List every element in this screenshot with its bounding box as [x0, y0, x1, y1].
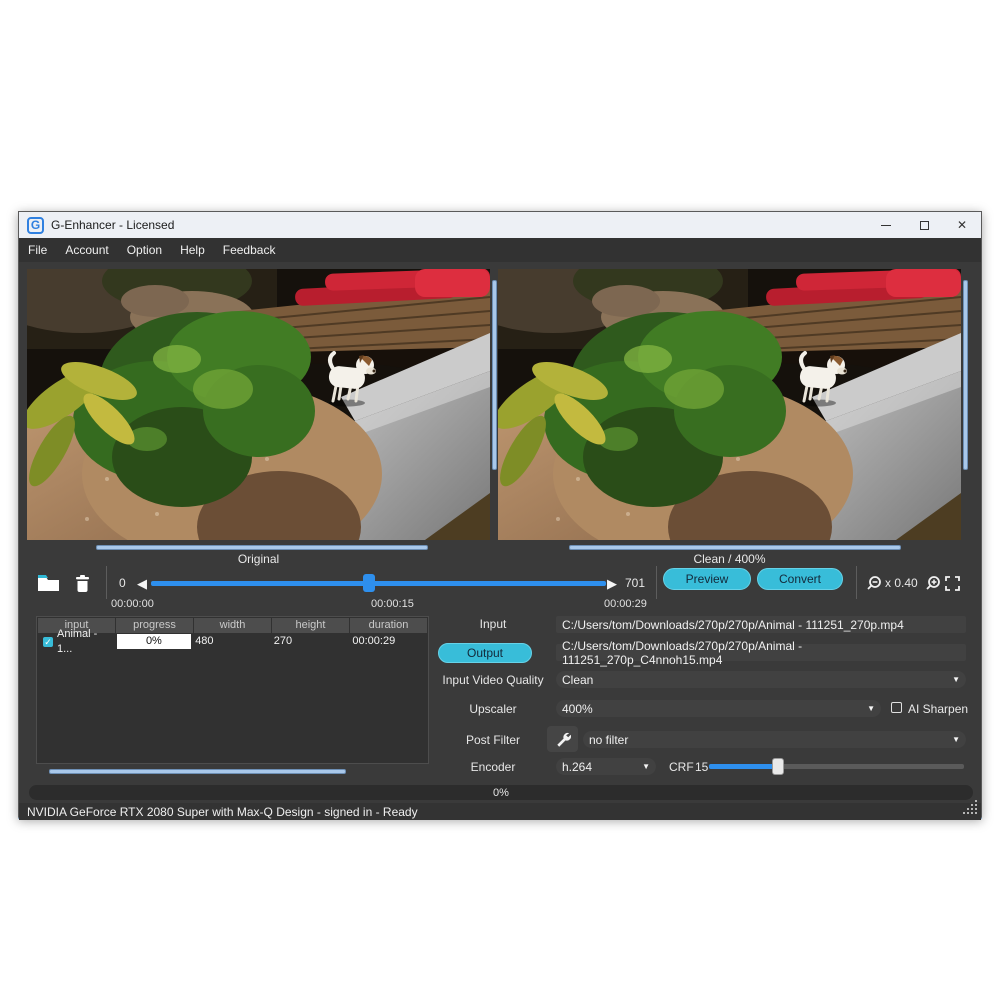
timestamp-start: 00:00:00 [111, 598, 154, 610]
cell-input: ✓ Animal - 1... [38, 634, 116, 649]
close-button[interactable]: ✕ [943, 212, 981, 238]
post-filter-settings-button[interactable] [547, 726, 578, 752]
cell-height: 270 [271, 634, 349, 649]
encoder-dropdown[interactable]: h.264 ▼ [556, 758, 656, 775]
encoder-value: h.264 [562, 760, 592, 774]
original-vertical-scrollbar[interactable] [492, 280, 497, 470]
crf-slider-thumb[interactable] [772, 758, 784, 775]
preview-button[interactable]: Preview [663, 568, 751, 590]
step-forward-icon[interactable]: ▶ [607, 568, 617, 598]
overall-progress-bar: 0% [29, 785, 973, 800]
trash-icon [75, 574, 90, 592]
input-video-quality-dropdown[interactable]: Clean ▼ [556, 671, 966, 688]
maximize-button[interactable] [905, 212, 943, 238]
timeline-slider[interactable] [151, 581, 606, 586]
table-row[interactable]: ✓ Animal - 1... 0% 480 270 00:00:29 [37, 633, 428, 650]
column-header-width[interactable]: width [194, 618, 271, 633]
input-video-quality-label: Input Video Quality [433, 673, 553, 687]
row-input-name: Animal - 1... [57, 627, 116, 657]
input-path-field[interactable]: C:/Users/tom/Downloads/270p/270p/Animal … [556, 616, 966, 633]
crf-slider[interactable] [709, 764, 964, 769]
enhanced-label: Clean / 400% [498, 552, 961, 566]
upscaler-value: 400% [562, 702, 593, 716]
menu-account[interactable]: Account [65, 243, 108, 257]
crf-value: 15 [695, 760, 708, 774]
ai-sharpen-checkbox[interactable] [891, 702, 902, 713]
crf-label: CRF [669, 760, 694, 774]
menu-bar: File Account Option Help Feedback [19, 238, 981, 262]
toolbar-divider [106, 566, 107, 599]
output-button[interactable]: Output [438, 643, 532, 663]
timeline-slider-thumb[interactable] [363, 574, 375, 592]
window-title: G-Enhancer - Licensed [51, 218, 174, 232]
upscaler-label: Upscaler [433, 702, 553, 716]
quality-value: Clean [562, 673, 593, 687]
playback-toolbar: 0 ◀ ▶ 701 Preview Convert x 0.40 [19, 568, 981, 598]
menu-file[interactable]: File [28, 243, 47, 257]
menu-feedback[interactable]: Feedback [223, 243, 276, 257]
title-bar: G G-Enhancer - Licensed ✕ [19, 212, 981, 238]
menu-option[interactable]: Option [127, 243, 162, 257]
timestamp-row: 00:00:00 00:00:15 00:00:29 [19, 598, 981, 612]
encoder-label: Encoder [433, 760, 553, 774]
app-logo-icon: G [27, 217, 44, 234]
cell-duration: 00:00:29 [349, 634, 427, 649]
upscaler-dropdown[interactable]: 400% ▼ [556, 700, 881, 717]
fullscreen-button[interactable] [945, 568, 960, 598]
input-label: Input [433, 617, 553, 631]
timestamp-end: 00:00:29 [604, 598, 647, 610]
row-checkbox[interactable]: ✓ [43, 637, 53, 647]
folder-icon [37, 574, 60, 592]
open-folder-button[interactable] [37, 568, 60, 598]
original-horizontal-scrollbar[interactable] [96, 545, 428, 550]
post-filter-dropdown[interactable]: no filter ▼ [583, 731, 966, 748]
step-back-icon[interactable]: ◀ [137, 568, 147, 598]
zoom-level: x 0.40 [885, 568, 918, 598]
zoom-in-button[interactable] [925, 568, 941, 598]
zoom-in-icon [925, 575, 941, 591]
resize-grip[interactable] [963, 800, 977, 814]
timestamp-mid: 00:00:15 [371, 598, 414, 610]
table-horizontal-scrollbar[interactable] [49, 769, 346, 774]
column-header-duration[interactable]: duration [350, 618, 427, 633]
convert-button[interactable]: Convert [757, 568, 843, 590]
toolbar-divider [656, 566, 657, 599]
column-header-progress[interactable]: progress [116, 618, 193, 633]
crf-slider-fill [709, 764, 778, 769]
status-text: NVIDIA GeForce RTX 2080 Super with Max-Q… [27, 805, 418, 819]
dropdown-arrow-icon: ▼ [952, 735, 960, 744]
ai-sharpen-label: AI Sharpen [908, 702, 968, 716]
timeline-end-frame: 701 [625, 568, 645, 598]
app-window: G G-Enhancer - Licensed ✕ File Account O… [18, 211, 982, 819]
menu-help[interactable]: Help [180, 243, 205, 257]
post-filter-label: Post Filter [433, 733, 553, 747]
zoom-out-icon [866, 575, 882, 591]
delete-button[interactable] [75, 568, 90, 598]
output-path-field[interactable]: C:/Users/tom/Downloads/270p/270p/Animal … [556, 644, 966, 661]
enhanced-video-preview[interactable] [498, 269, 961, 540]
post-filter-value: no filter [589, 733, 628, 747]
toolbar-divider [856, 566, 857, 599]
status-bar: NVIDIA GeForce RTX 2080 Super with Max-Q… [19, 803, 981, 820]
dropdown-arrow-icon: ▼ [642, 762, 650, 771]
job-queue-table: input progress width height duration ✓ A… [36, 616, 429, 764]
minimize-button[interactable] [867, 212, 905, 238]
zoom-out-button[interactable] [866, 568, 882, 598]
original-video-preview[interactable] [27, 269, 490, 540]
enhanced-horizontal-scrollbar[interactable] [569, 545, 901, 550]
timeline-start-frame: 0 [119, 568, 126, 598]
cell-width: 480 [192, 634, 270, 649]
wrench-icon [555, 731, 571, 747]
original-label: Original [27, 552, 490, 566]
enhanced-vertical-scrollbar[interactable] [963, 280, 968, 470]
column-header-height[interactable]: height [272, 618, 349, 633]
dropdown-arrow-icon: ▼ [952, 675, 960, 684]
cell-progress: 0% [117, 634, 192, 649]
dropdown-arrow-icon: ▼ [867, 704, 875, 713]
fullscreen-icon [945, 576, 960, 591]
